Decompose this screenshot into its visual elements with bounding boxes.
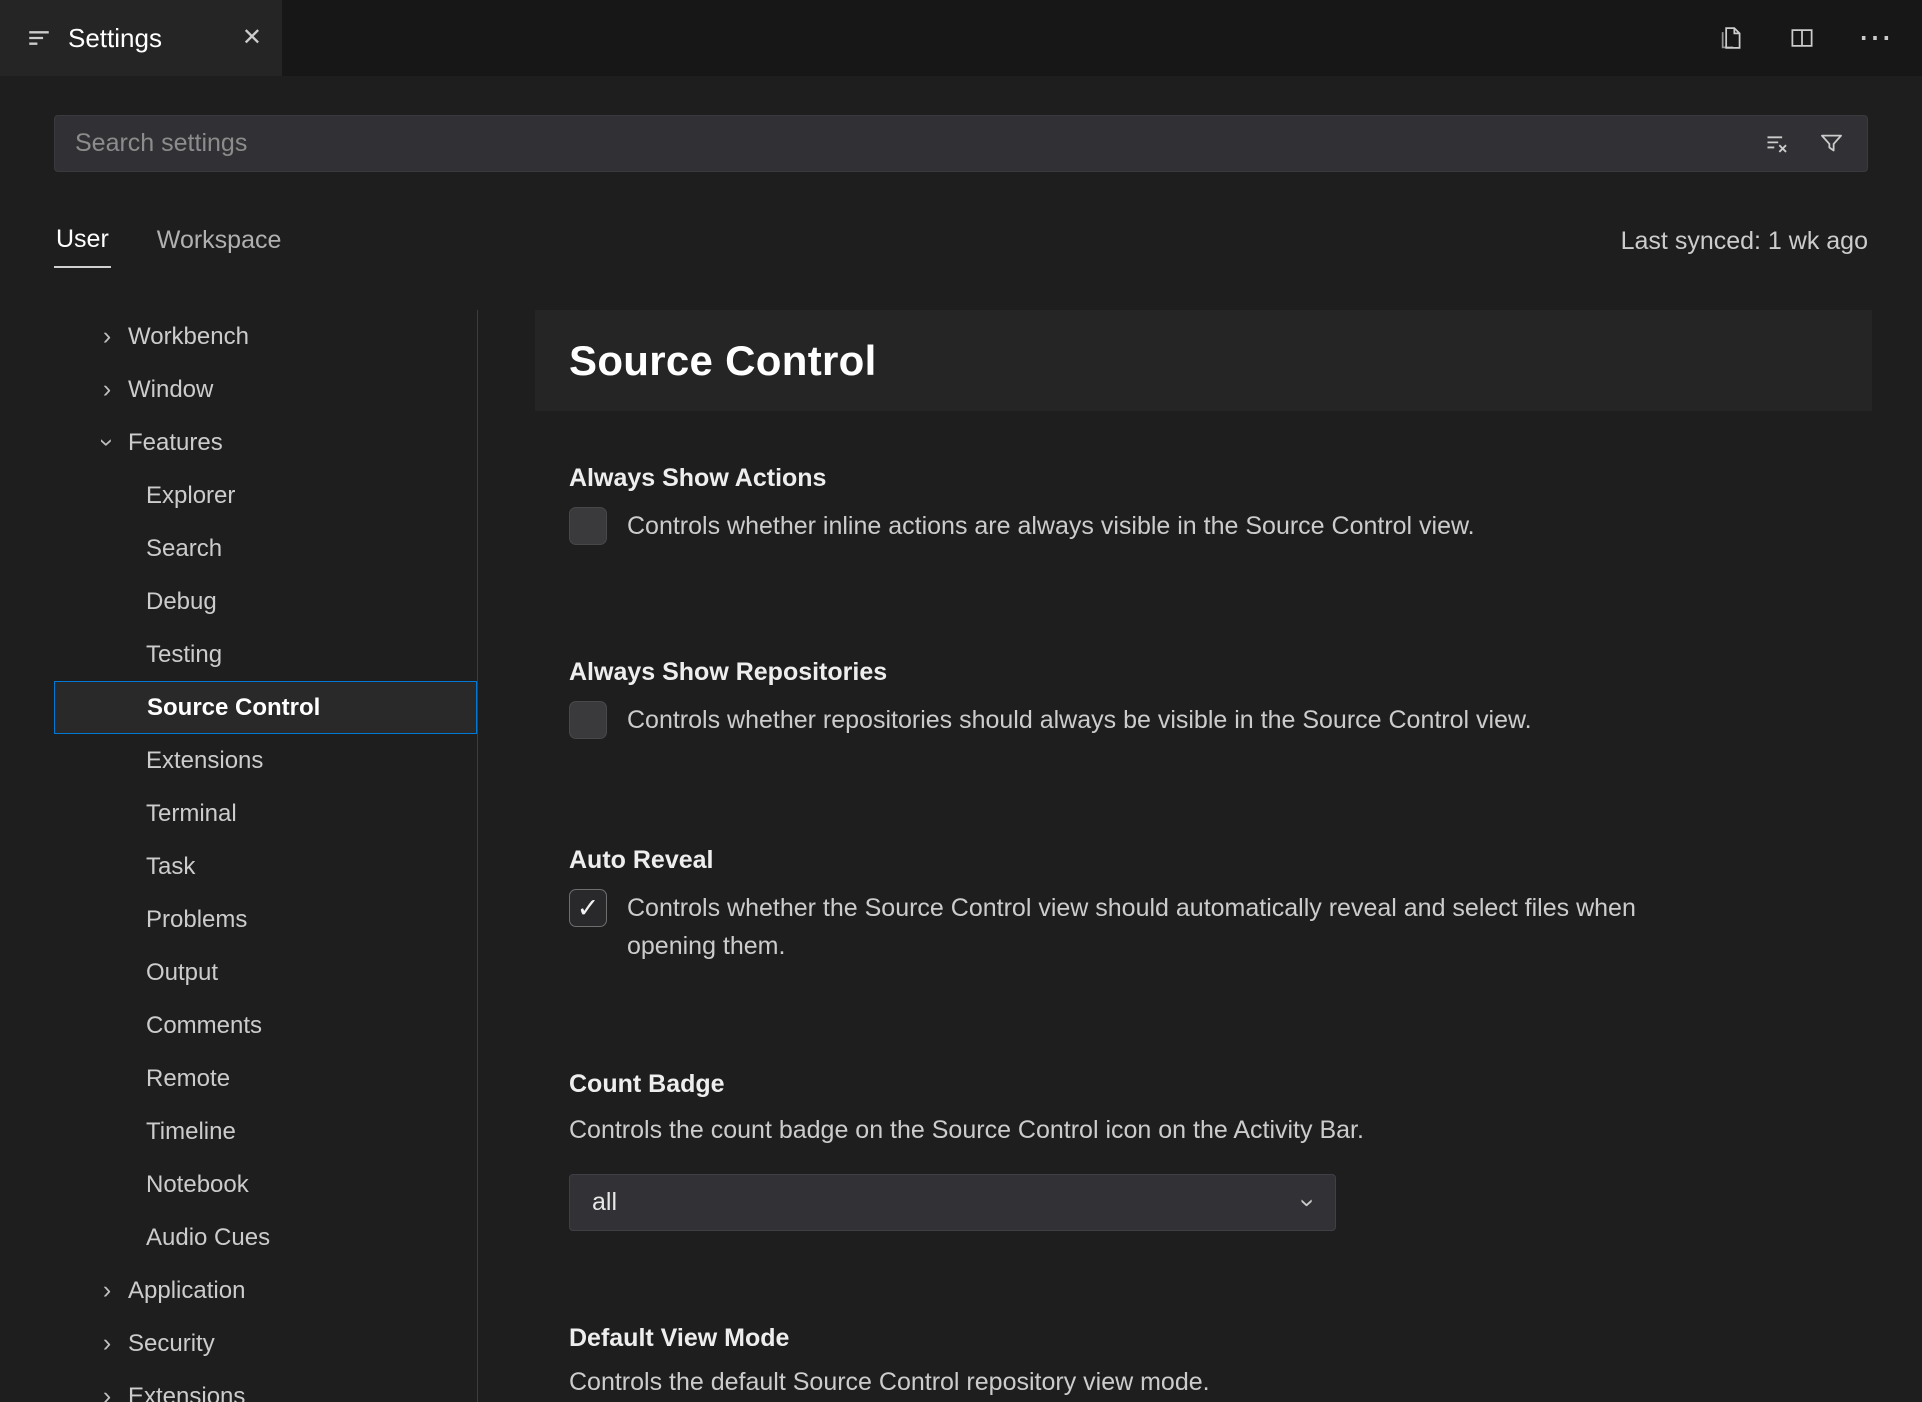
setting-title: Count Badge [569,1070,725,1098]
more-actions-icon[interactable]: ⋯ [1858,21,1894,55]
toc-item-workbench[interactable]: › Workbench [54,310,477,363]
toc-item-label: Notebook [146,1170,249,1198]
page-title: Source Control [569,336,877,384]
chevron-right-icon[interactable]: › [92,1384,122,1402]
search-bar-actions [1763,130,1867,157]
toc-item-timeline[interactable]: Timeline [54,1105,477,1158]
settings-search-bar [54,115,1868,172]
toc-item-audio-cues[interactable]: Audio Cues [54,1211,477,1264]
setting-title: Always Show Actions [569,464,827,492]
toc-item-terminal[interactable]: Terminal [54,787,477,840]
setting-title: Always Show Repositories [569,658,888,686]
setting-default-view-mode: Default View Mode Controls the default S… [569,1323,1872,1400]
setting-description: Controls the default Source Control repo… [569,1368,1210,1396]
chevron-right-icon[interactable]: › [92,1278,122,1303]
filter-icon[interactable] [1818,130,1845,157]
toc-item-task[interactable]: Task [54,840,477,893]
toc-item-window[interactable]: › Window [54,363,477,416]
settings-toc: › Workbench › Window › Features Explorer… [54,310,478,1402]
last-synced-label: Last synced: 1 wk ago [1620,226,1868,255]
tab-user[interactable]: User [54,215,111,268]
settings-editor-window: Settings ✕ ⋯ User Workspace Last s [0,0,1922,1402]
split-editor-icon[interactable] [1788,24,1816,52]
toc-item-explorer[interactable]: Explorer [54,469,477,522]
setting-auto-reveal: Auto Reveal ✓ Controls whether the Sourc… [569,845,1872,965]
search-input[interactable] [55,129,1763,158]
toc-item-comments[interactable]: Comments [54,999,477,1052]
setting-title: Default View Mode [569,1324,790,1352]
toc-item-label: Search [146,534,223,562]
count-badge-select[interactable]: all › [569,1174,1336,1231]
toc-item-label: Explorer [146,481,236,509]
settings-filter-icon [26,25,52,51]
chevron-right-icon[interactable]: › [92,324,122,349]
toc-item-label: Application [128,1276,246,1304]
setting-description: Controls whether repositories should alw… [627,706,1532,734]
select-value: all [592,1188,618,1216]
toc-item-label: Problems [146,905,248,933]
toc-item-extensions-root[interactable]: › Extensions [54,1370,477,1402]
toc-item-debug[interactable]: Debug [54,575,477,628]
open-settings-json-icon[interactable] [1718,24,1746,52]
toc-item-features[interactable]: › Features [54,416,477,469]
toc-item-security[interactable]: › Security [54,1317,477,1370]
toc-item-label: Features [128,428,223,456]
chevron-right-icon[interactable]: › [92,1331,122,1356]
chevron-down-icon[interactable]: › [94,428,122,458]
toc-item-label: Workbench [128,322,249,350]
toc-item-output[interactable]: Output [54,946,477,999]
tab-title: Settings [68,22,162,53]
toc-item-label: Testing [146,640,223,668]
toc-item-label: Security [128,1329,215,1357]
scope-tab-row: User Workspace Last synced: 1 wk ago [0,172,1922,310]
clear-search-filters-icon[interactable] [1763,130,1790,157]
close-icon[interactable]: ✕ [242,26,262,50]
settings-content: Source Control Always Show Actions Contr… [535,310,1872,1402]
toc-item-label: Comments [146,1011,263,1039]
toc-item-label: Source Control [147,693,321,721]
setting-description: Controls the count badge on the Source C… [569,1116,1364,1144]
checkbox-always-show-repositories[interactable] [569,701,607,739]
check-icon: ✓ [576,892,600,923]
checkbox-always-show-actions[interactable] [569,507,607,545]
toc-item-label: Remote [146,1064,231,1092]
toc-item-search[interactable]: Search [54,522,477,575]
toc-item-notebook[interactable]: Notebook [54,1158,477,1211]
toc-item-label: Window [128,375,214,403]
toc-item-label: Debug [146,587,217,615]
toc-item-source-control[interactable]: Source Control [54,681,477,734]
chevron-down-icon: › [1293,1198,1324,1207]
toc-item-label: Timeline [146,1117,236,1145]
editor-actions: ⋯ [1718,0,1894,76]
toc-item-label: Terminal [146,799,237,827]
toc-item-extensions[interactable]: Extensions [54,734,477,787]
toc-item-remote[interactable]: Remote [54,1052,477,1105]
settings-body: › Workbench › Window › Features Explorer… [0,310,1922,1402]
editor-tab-bar: Settings ✕ ⋯ [0,0,1922,76]
toc-item-label: Output [146,958,219,986]
toc-item-problems[interactable]: Problems [54,893,477,946]
setting-always-show-actions: Always Show Actions Controls whether inl… [569,463,1872,545]
setting-description: Controls whether inline actions are alwa… [627,512,1475,540]
toc-item-testing[interactable]: Testing [54,628,477,681]
setting-description: Controls whether the Source Control view… [627,894,1636,960]
settings-list: Always Show Actions Controls whether inl… [535,463,1872,1400]
toc-item-label: Extensions [128,1382,246,1402]
section-heading: Source Control [535,310,1872,411]
chevron-right-icon[interactable]: › [92,377,122,402]
toc-item-label: Audio Cues [146,1223,271,1251]
toc-item-label: Task [146,852,196,880]
setting-count-badge: Count Badge Controls the count badge on … [569,1069,1872,1231]
tab-settings[interactable]: Settings ✕ [0,0,282,76]
setting-title: Auto Reveal [569,846,714,874]
checkbox-auto-reveal[interactable]: ✓ [569,889,607,927]
setting-always-show-repositories: Always Show Repositories Controls whethe… [569,657,1872,739]
tab-workspace[interactable]: Workspace [155,216,284,267]
toc-item-label: Extensions [146,746,264,774]
toc-item-application[interactable]: › Application [54,1264,477,1317]
